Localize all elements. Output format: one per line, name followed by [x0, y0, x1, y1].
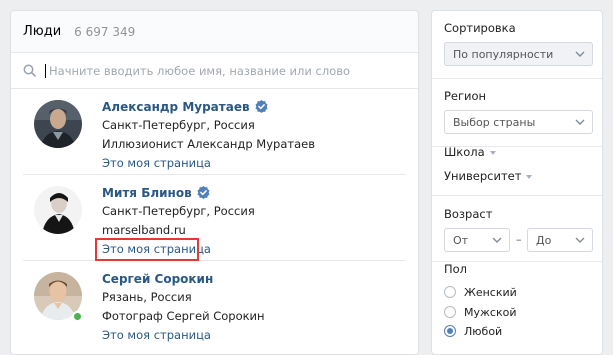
dropdown-arrow-icon — [526, 174, 533, 179]
verified-icon — [197, 186, 210, 199]
radio-label: Женский — [464, 285, 517, 299]
chevron-down-icon — [575, 51, 585, 57]
gender-radio-male[interactable]: Мужской — [444, 304, 516, 320]
region-select[interactable]: Выбор страны — [444, 110, 593, 134]
verified-icon — [255, 100, 268, 113]
person-name[interactable]: Александр Муратаев — [102, 100, 250, 114]
age-to-select[interactable]: До — [527, 228, 593, 252]
people-list: Александр Муратаев Санкт-Петербург, Росс… — [11, 89, 418, 347]
avatar[interactable] — [34, 100, 82, 148]
sort-value: По популярности — [453, 47, 554, 61]
divider — [432, 195, 602, 196]
list-item: Митя Блинов Санкт-Петербург, Россия mars… — [23, 175, 406, 261]
gender-title: Пол — [444, 262, 468, 276]
school-filter[interactable]: Школа — [444, 145, 496, 159]
people-search-panel: Люди 6 697 349 Начните вводить любое имя… — [10, 10, 419, 355]
person-detail: Фотограф Сергей Сорокин — [102, 309, 265, 323]
region-title: Регион — [444, 89, 487, 103]
list-item: Сергей Сорокин Рязань, Россия Фотограф С… — [23, 261, 406, 347]
divider — [432, 78, 602, 79]
sort-select[interactable]: По популярности — [444, 42, 593, 66]
search-icon — [23, 64, 36, 77]
age-from-select[interactable]: От — [444, 228, 510, 252]
person-city: Санкт-Петербург, Россия — [102, 204, 255, 218]
radio-label: Мужской — [464, 305, 517, 319]
chevron-down-icon — [575, 119, 585, 125]
filters-panel: Сортировка По популярности Регион Выбор … — [431, 10, 603, 355]
gender-radio-female[interactable]: Женский — [444, 284, 517, 300]
radio-button[interactable] — [444, 306, 456, 318]
my-page-link[interactable]: Это моя страница — [102, 154, 315, 173]
age-from-value: От — [453, 233, 469, 247]
person-info: Александр Муратаев Санкт-Петербург, Росс… — [102, 97, 315, 173]
region-placeholder: Выбор страны — [453, 115, 536, 129]
text-cursor — [45, 63, 46, 78]
person-name[interactable]: Митя Блинов — [102, 186, 192, 200]
person-city: Санкт-Петербург, Россия — [102, 118, 255, 132]
dropdown-arrow-icon — [489, 150, 496, 155]
avatar[interactable] — [34, 186, 82, 234]
person-city: Рязань, Россия — [102, 290, 192, 304]
online-indicator — [72, 311, 83, 322]
my-page-link[interactable]: Это моя страница — [102, 326, 265, 345]
chevron-down-icon — [575, 237, 585, 243]
page-title: Люди — [23, 24, 62, 39]
age-title: Возраст — [444, 207, 493, 221]
age-to-value: До — [536, 233, 552, 247]
university-title: Университет — [444, 169, 522, 183]
sort-title: Сортировка — [444, 21, 516, 35]
highlight-box — [95, 238, 199, 261]
chevron-down-icon — [492, 237, 502, 243]
gender-radio-any[interactable]: Любой — [444, 323, 502, 339]
radio-label: Любой — [464, 324, 503, 338]
search-bar[interactable]: Начните вводить любое имя, название или … — [11, 53, 418, 89]
radio-button-selected[interactable] — [444, 325, 456, 337]
panel-header: Люди 6 697 349 — [11, 11, 418, 53]
results-count: 6 697 349 — [74, 24, 136, 39]
person-detail: Иллюзионист Александр Муратаев — [102, 137, 315, 151]
school-title: Школа — [444, 145, 485, 159]
person-info: Митя Блинов Санкт-Петербург, Россия mars… — [95, 183, 255, 261]
search-input[interactable]: Начните вводить любое имя, название или … — [49, 64, 350, 78]
age-dash: – — [516, 233, 522, 246]
radio-button[interactable] — [444, 286, 456, 298]
list-item: Александр Муратаев Санкт-Петербург, Росс… — [23, 89, 406, 175]
person-name[interactable]: Сергей Сорокин — [102, 272, 213, 286]
university-filter[interactable]: Университет — [444, 169, 533, 183]
person-info: Сергей Сорокин Рязань, Россия Фотограф С… — [102, 269, 265, 345]
